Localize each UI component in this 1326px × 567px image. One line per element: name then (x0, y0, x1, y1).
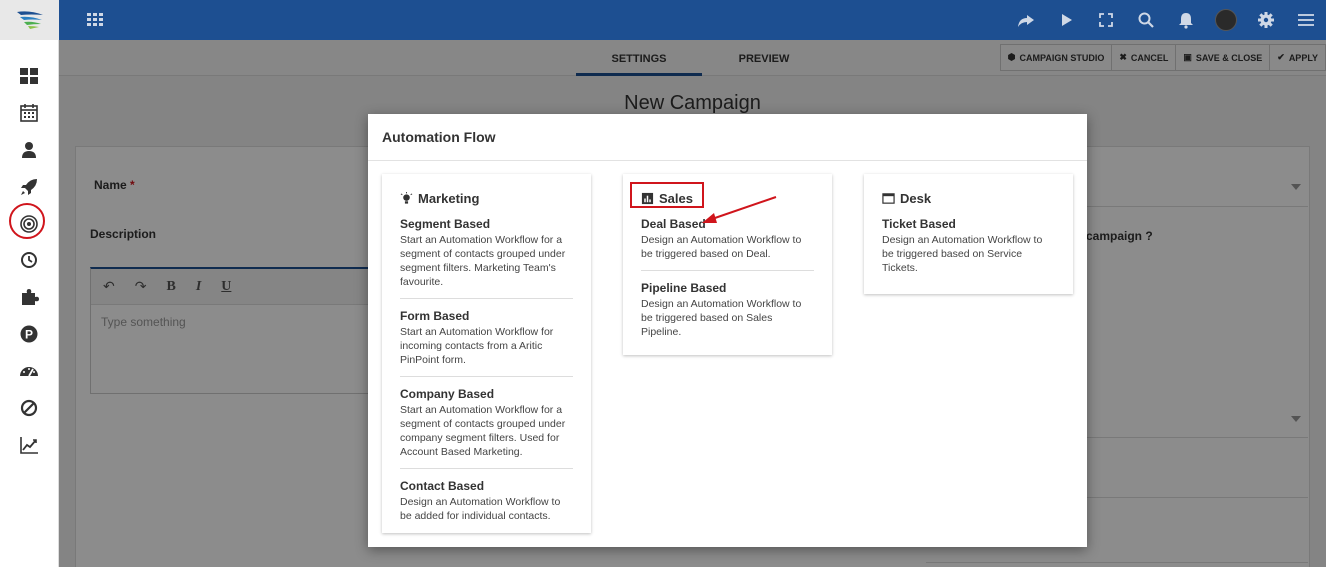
play-icon[interactable] (1046, 0, 1086, 40)
puzzle-icon[interactable] (14, 284, 44, 310)
ticket-based-option[interactable]: Ticket Based Design an Automation Workfl… (882, 207, 1055, 284)
logo-icon (16, 11, 43, 29)
contact-based-option[interactable]: Contact Based Design an Automation Workf… (400, 469, 573, 532)
target-icon[interactable] (14, 211, 44, 237)
calendar-icon[interactable] (14, 100, 44, 126)
svg-text:P: P (25, 328, 33, 342)
automation-flow-modal: Automation Flow Marketing Segment Based … (368, 114, 1087, 547)
marketing-column: Marketing Segment Based Start an Automat… (382, 174, 591, 533)
desk-column: Desk Ticket Based Design an Automation W… (864, 174, 1073, 294)
search-icon[interactable] (1126, 0, 1166, 40)
bell-icon[interactable] (1166, 0, 1206, 40)
annotation-arrow-icon (702, 196, 777, 223)
user-icon[interactable] (14, 137, 44, 163)
speedometer-icon[interactable] (14, 358, 44, 384)
modal-title: Automation Flow (368, 114, 1087, 161)
app-logo[interactable] (0, 0, 59, 40)
marketing-title: Marketing (418, 190, 480, 206)
left-sidebar: P (0, 0, 59, 567)
top-bar (59, 0, 1326, 40)
window-icon (882, 192, 895, 204)
apps-grid-icon[interactable] (86, 12, 104, 28)
avatar[interactable] (1206, 0, 1246, 40)
chart-icon[interactable] (14, 432, 44, 458)
pipeline-based-option[interactable]: Pipeline Based Design an Automation Work… (641, 271, 814, 348)
share-icon[interactable] (1006, 0, 1046, 40)
fullscreen-icon[interactable] (1086, 0, 1126, 40)
desk-title: Desk (900, 190, 932, 206)
ban-icon[interactable] (14, 395, 44, 421)
form-based-option[interactable]: Form Based Start an Automation Workflow … (400, 299, 573, 377)
company-based-option[interactable]: Company Based Start an Automation Workfl… (400, 377, 573, 469)
menu-icon[interactable] (1286, 0, 1326, 40)
gear-icon[interactable] (1246, 0, 1286, 40)
rocket-icon[interactable] (14, 174, 44, 200)
clock-icon[interactable] (14, 247, 44, 273)
segment-based-option[interactable]: Segment Based Start an Automation Workfl… (400, 207, 573, 299)
lightbulb-icon (400, 191, 413, 204)
dashboard-icon[interactable] (14, 63, 44, 89)
sales-highlight-box (630, 182, 704, 208)
pinpoint-icon[interactable]: P (14, 321, 44, 347)
